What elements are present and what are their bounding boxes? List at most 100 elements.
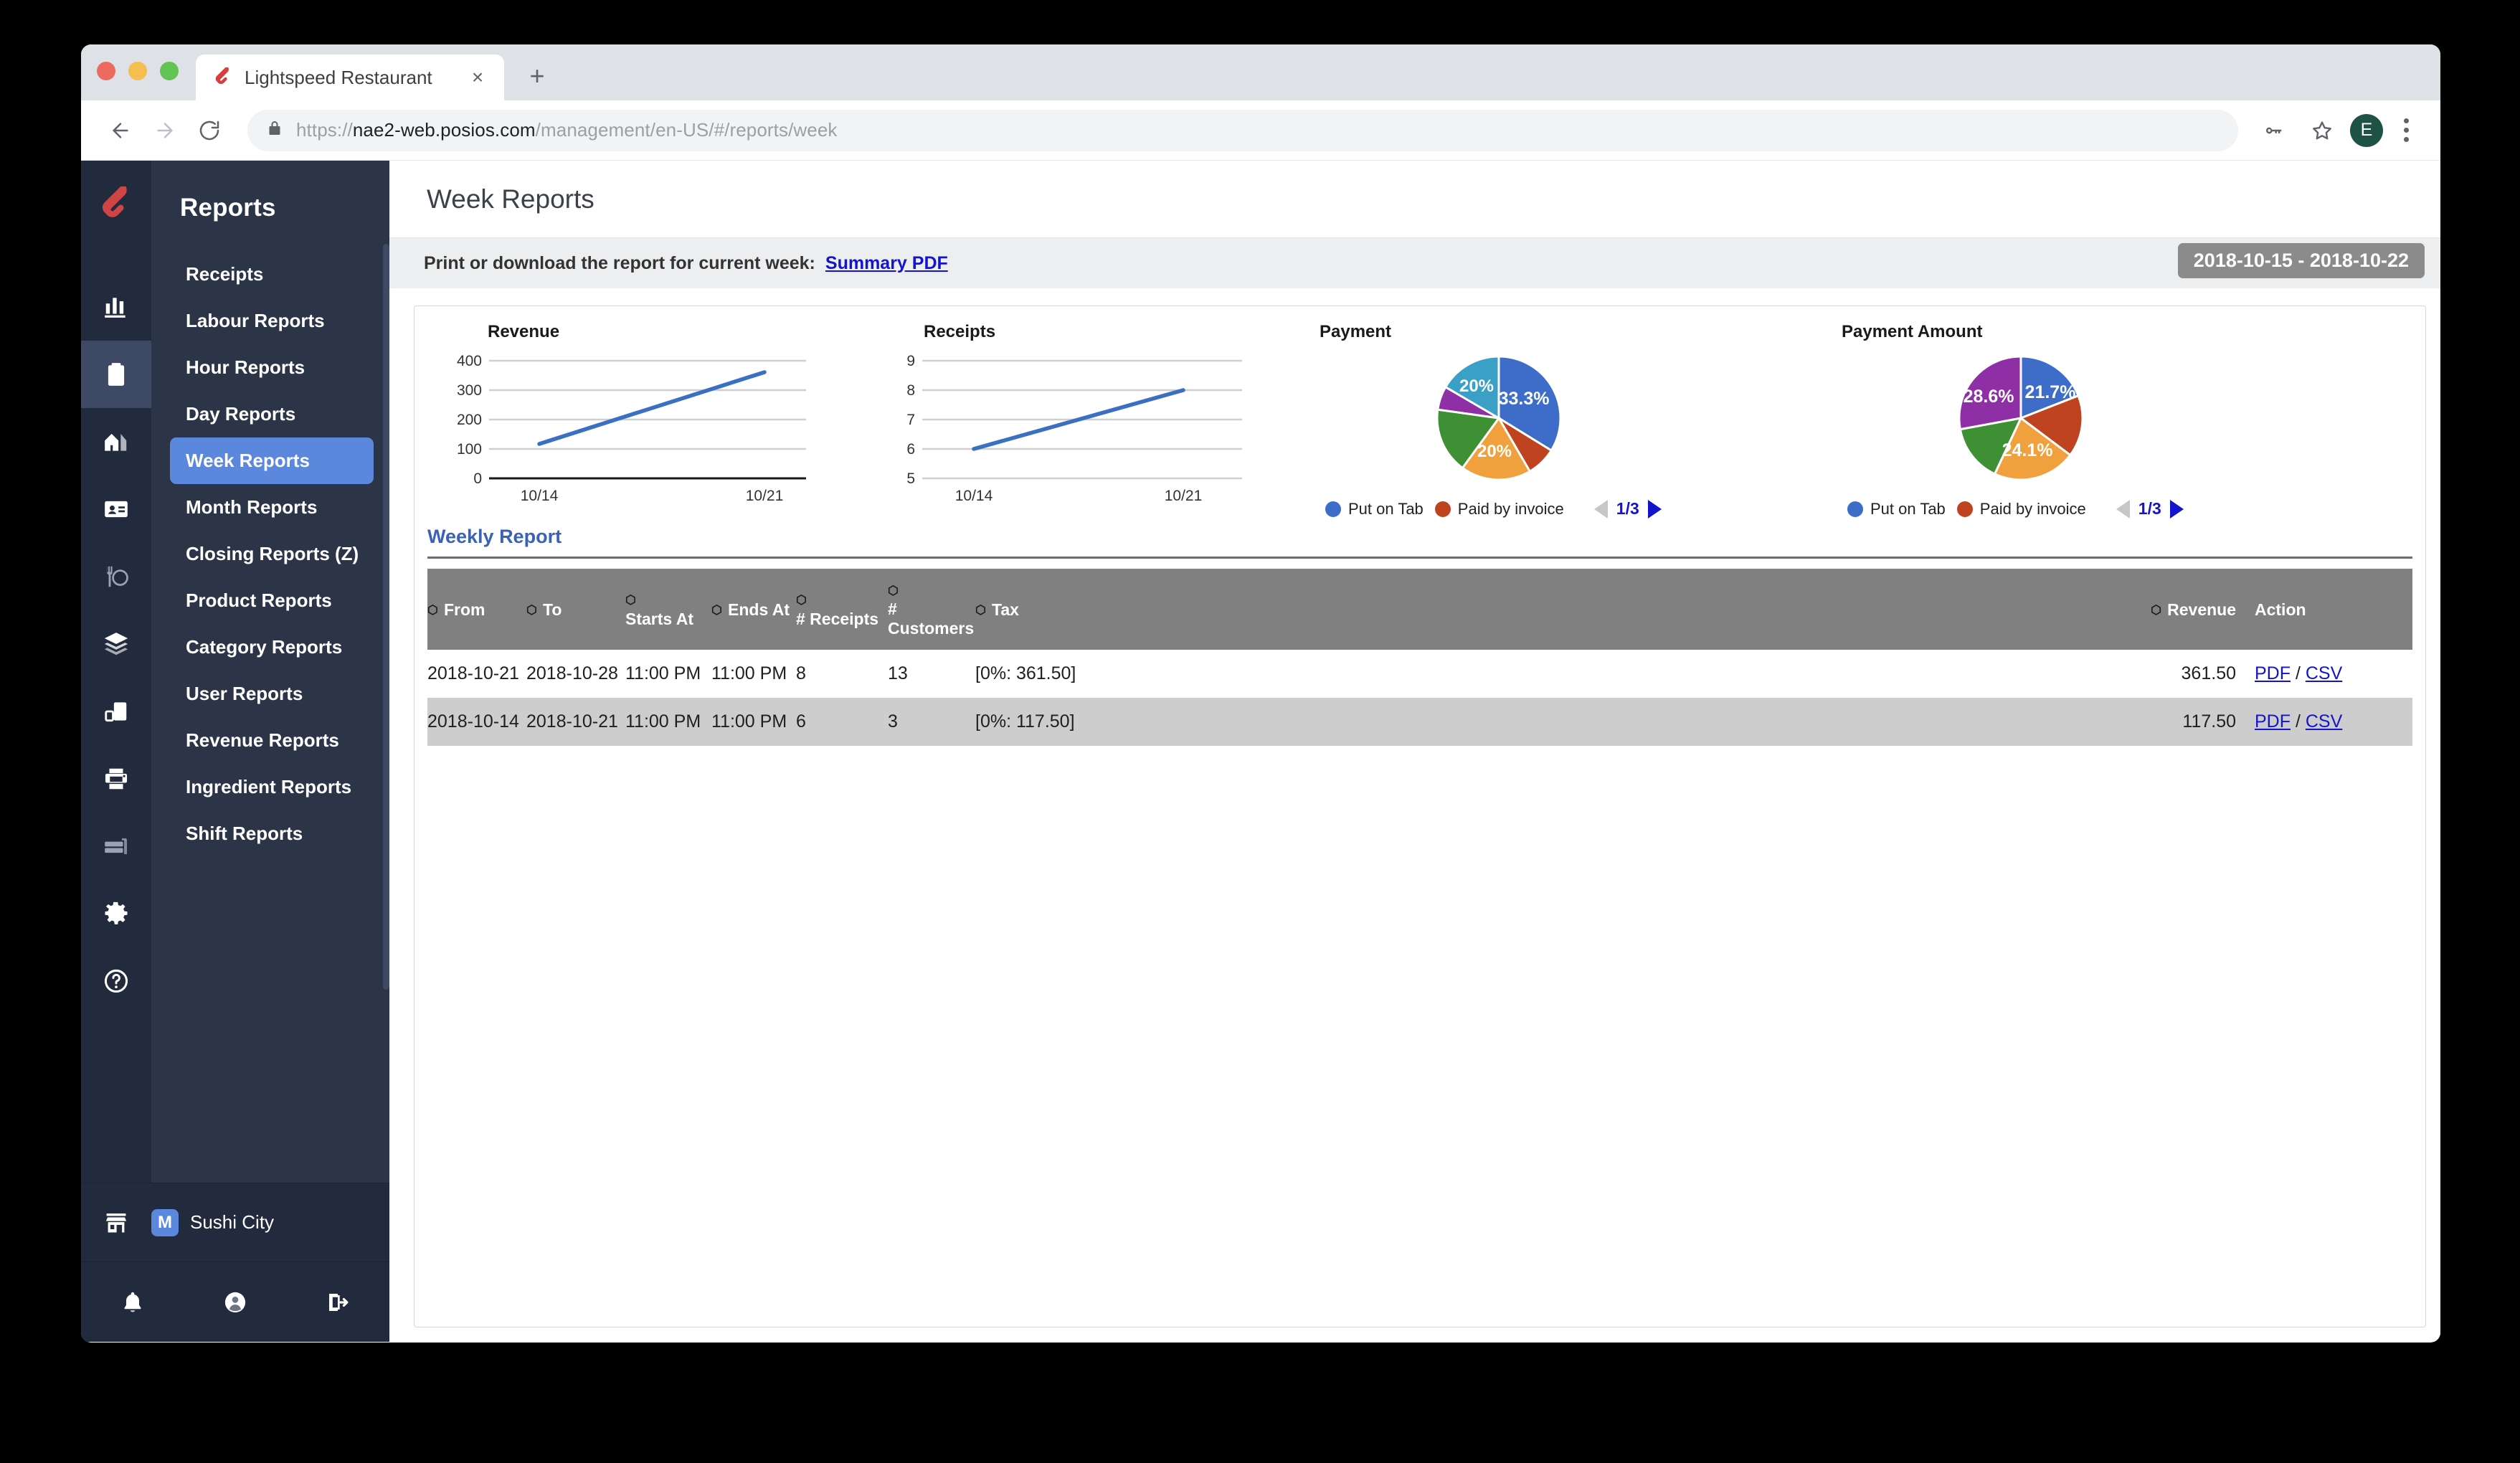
cell-starts-at: 11:00 PM <box>625 663 701 683</box>
svg-text:33.3%: 33.3% <box>1499 389 1550 409</box>
next-page-icon[interactable] <box>1647 499 1662 519</box>
sidebar-icon-rail <box>81 161 151 1342</box>
svg-text:28.6%: 28.6% <box>1964 387 2014 407</box>
col-ends-at[interactable]: ⬡ Ends At <box>711 569 796 650</box>
download-pdf-link[interactable]: PDF <box>2255 663 2291 683</box>
maximize-window-button[interactable] <box>160 62 179 80</box>
cell-from: 2018-10-21 <box>427 663 519 683</box>
summary-pdf-link[interactable]: Summary PDF <box>825 253 948 274</box>
url-path: /management/en-US/#/reports/week <box>535 119 838 141</box>
sidebar-item-user-reports[interactable]: User Reports <box>170 671 374 717</box>
rail-layers-icon[interactable] <box>81 610 151 678</box>
rail-help-icon[interactable] <box>81 947 151 1015</box>
sort-icon: ⬡ <box>888 584 899 598</box>
svg-text:400: 400 <box>457 353 482 369</box>
col-revenue[interactable]: ⬡ Revenue <box>2104 569 2255 650</box>
payment-pie-chart: Payment 33.3% 20% 20% Put on Tab Paid by… <box>1320 322 1822 519</box>
address-bar[interactable]: https://nae2-web.posios.com/management/e… <box>247 109 2238 151</box>
legend-label-amount-put-on-tab: Put on Tab <box>1870 499 1946 518</box>
download-csv-link[interactable]: CSV <box>2306 663 2342 683</box>
prev-page-icon[interactable] <box>1593 499 1608 519</box>
rail-devices-icon[interactable] <box>81 678 151 745</box>
download-csv-link[interactable]: CSV <box>2306 711 2342 732</box>
col-tax[interactable]: ⬡ Tax <box>975 569 2104 650</box>
payment-chart-title: Payment <box>1320 322 1392 341</box>
rail-analytics-icon[interactable] <box>81 273 151 341</box>
sort-icon: ⬡ <box>975 602 986 617</box>
sidebar-item-category-reports[interactable]: Category Reports <box>170 624 374 671</box>
key-icon[interactable] <box>2253 110 2294 151</box>
sort-icon: ⬡ <box>526 602 537 617</box>
svg-text:24.1%: 24.1% <box>2002 440 2053 460</box>
sort-icon: ⬡ <box>625 593 636 607</box>
col-to[interactable]: ⬡ To <box>526 569 625 650</box>
store-selector[interactable]: M Sushi City <box>81 1183 389 1261</box>
next-page-icon[interactable] <box>2169 499 2184 519</box>
svg-text:200: 200 <box>457 412 482 428</box>
cell-revenue: 117.50 <box>2182 711 2236 732</box>
sidebar-item-week-reports[interactable]: Week Reports <box>170 437 374 484</box>
report-subbar: Print or download the report for current… <box>389 238 2440 288</box>
close-tab-icon[interactable]: × <box>465 67 490 87</box>
cell-tax: [0%: 361.50] <box>975 663 1076 683</box>
minimize-window-button[interactable] <box>128 62 147 80</box>
legend-item-amount-put-on-tab[interactable]: Put on Tab <box>1847 500 1946 519</box>
url-text: https://nae2-web.posios.com/management/e… <box>296 119 838 141</box>
table-row[interactable]: 2018-10-14 2018-10-21 11:00 PM 11:00 PM … <box>427 698 2412 746</box>
legend-item-paid-by-invoice[interactable]: Paid by invoice <box>1434 500 1564 519</box>
cell-ends-at: 11:00 PM <box>711 663 787 683</box>
lightspeed-logo-icon[interactable] <box>98 184 135 227</box>
reload-icon[interactable] <box>189 110 230 151</box>
col-receipts[interactable]: ⬡ # Receipts <box>796 569 888 650</box>
sidebar-item-shift-reports[interactable]: Shift Reports <box>170 810 374 857</box>
url-scheme: https:// <box>296 119 353 141</box>
col-starts-at[interactable]: ⬡ Starts At <box>625 569 711 650</box>
sidebar-item-day-reports[interactable]: Day Reports <box>170 391 374 437</box>
sidebar-item-closing-reports[interactable]: Closing Reports (Z) <box>170 531 374 577</box>
col-from[interactable]: ⬡ From <box>427 569 526 650</box>
rail-printer-icon[interactable] <box>81 745 151 813</box>
sidebar-item-hour-reports[interactable]: Hour Reports <box>170 344 374 391</box>
payment-pie-legend: Put on Tab Paid by invoice 1/3 <box>1320 499 1822 519</box>
weekly-report-heading[interactable]: Weekly Report <box>427 523 2412 559</box>
rail-menu-icon[interactable] <box>81 543 151 610</box>
star-icon[interactable] <box>2301 110 2343 151</box>
close-window-button[interactable] <box>97 62 115 80</box>
rail-reports-icon[interactable] <box>81 341 151 408</box>
col-customers[interactable]: ⬡ # Customers <box>888 569 975 650</box>
prev-page-icon[interactable] <box>2116 499 2130 519</box>
table-row[interactable]: 2018-10-21 2018-10-28 11:00 PM 11:00 PM … <box>427 650 2412 698</box>
rail-customers-icon[interactable] <box>81 475 151 543</box>
payment-amount-pie-svg: 21.7% 24.1% 28.6% <box>1958 355 2084 481</box>
rail-venue-icon[interactable] <box>81 408 151 475</box>
sidebar-item-product-reports[interactable]: Product Reports <box>170 577 374 624</box>
forward-icon[interactable] <box>144 110 186 151</box>
sidebar-item-labour-reports[interactable]: Labour Reports <box>170 298 374 344</box>
cell-to: 2018-10-28 <box>526 663 618 683</box>
profile-avatar[interactable]: E <box>2350 113 2383 147</box>
date-range-badge[interactable]: 2018-10-15 - 2018-10-22 <box>2177 243 2425 278</box>
sidebar-item-ingredient-reports[interactable]: Ingredient Reports <box>170 764 374 810</box>
legend-item-put-on-tab[interactable]: Put on Tab <box>1325 500 1424 519</box>
download-pdf-link[interactable]: PDF <box>2255 711 2291 732</box>
user-icon[interactable] <box>184 1289 286 1315</box>
url-host: nae2-web.posios.com <box>352 119 536 141</box>
sidebar-scrollbar[interactable] <box>383 244 389 990</box>
kebab-menu-icon[interactable] <box>2390 118 2422 142</box>
sidebar-item-revenue-reports[interactable]: Revenue Reports <box>170 717 374 764</box>
tab-title: Lightspeed Restaurant <box>245 66 432 88</box>
rail-categories-icon[interactable] <box>81 813 151 880</box>
bell-icon[interactable] <box>81 1289 184 1315</box>
new-tab-button[interactable]: + <box>523 63 551 89</box>
sidebar-item-receipts[interactable]: Receipts <box>170 251 374 298</box>
browser-tab[interactable]: Lightspeed Restaurant × <box>196 55 504 100</box>
sidebar-item-month-reports[interactable]: Month Reports <box>170 484 374 531</box>
legend-item-amount-paid-by-invoice[interactable]: Paid by invoice <box>1956 500 2086 519</box>
window-traffic-lights <box>97 44 179 100</box>
col-receipts-label: # Receipts <box>796 610 879 629</box>
logout-icon[interactable] <box>287 1289 389 1315</box>
col-customers-label: # Customers <box>888 600 975 638</box>
back-icon[interactable] <box>100 110 141 151</box>
rail-settings-gear-icon[interactable] <box>81 880 151 947</box>
sort-icon: ⬡ <box>796 593 807 607</box>
